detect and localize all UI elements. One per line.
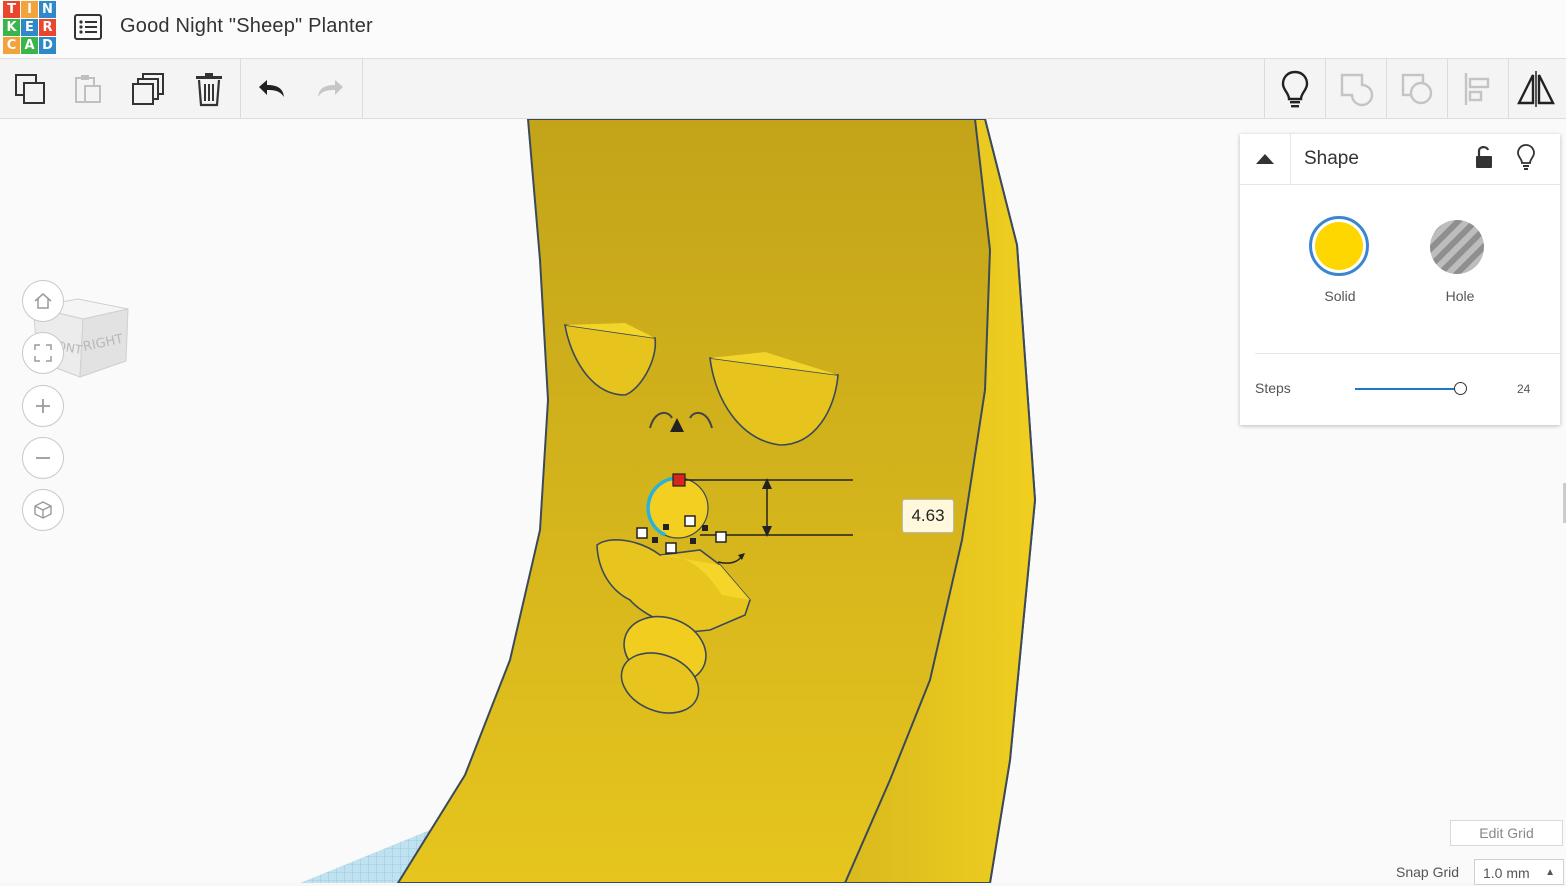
resize-handle[interactable] <box>665 542 677 554</box>
resize-handle[interactable] <box>636 527 648 539</box>
logo-letter: D <box>39 37 56 54</box>
hole-label: Hole <box>1445 288 1475 304</box>
undo-button[interactable] <box>241 59 301 118</box>
design-list-icon[interactable] <box>73 12 103 42</box>
fit-view-icon <box>34 344 52 362</box>
steps-slider-track[interactable] <box>1355 388 1460 390</box>
logo-letter: C <box>3 37 20 54</box>
caret-up-icon: ▲ <box>1545 867 1555 878</box>
paste-button[interactable] <box>58 59 118 118</box>
caret-up-icon <box>1256 154 1274 164</box>
copy-icon <box>15 73 45 104</box>
panel-divider <box>1255 353 1560 354</box>
lightbulb-icon <box>1281 70 1309 107</box>
collapse-panel-button[interactable] <box>1240 134 1291 184</box>
snap-grid-select[interactable]: 1.0 mm ▲ <box>1474 859 1564 885</box>
dimension-value-label[interactable]: 4.63 <box>902 499 954 533</box>
shape-inspector-panel: Shape Solid Hole Steps 24 <box>1240 134 1560 425</box>
mirror-button[interactable] <box>1506 59 1566 118</box>
lightbulb-icon <box>1517 144 1535 170</box>
main-toolbar <box>0 59 1566 119</box>
logo-letter: T <box>3 1 20 18</box>
logo-letter: I <box>21 1 38 18</box>
home-icon <box>34 293 52 309</box>
logo-letter: A <box>21 37 38 54</box>
logo-letter: R <box>39 19 56 36</box>
logo-letter: K <box>3 19 20 36</box>
perspective-button[interactable] <box>22 489 64 531</box>
group-icon <box>1340 73 1374 106</box>
zoom-in-icon <box>36 399 50 413</box>
edit-grid-button[interactable]: Edit Grid <box>1450 820 1563 846</box>
solid-color-swatch[interactable] <box>1309 216 1369 276</box>
design-title[interactable]: Good Night "Sheep" Planter <box>120 15 373 38</box>
redo-icon <box>318 79 343 97</box>
home-view-button[interactable] <box>22 280 64 322</box>
snap-grid-value: 1.0 mm <box>1483 865 1530 881</box>
align-icon <box>1464 72 1490 105</box>
logo-letter: N <box>39 1 56 18</box>
paste-icon <box>75 74 101 103</box>
ungroup-icon <box>1401 73 1433 104</box>
lock-button[interactable] <box>1474 144 1494 175</box>
notes-button[interactable] <box>1265 59 1325 118</box>
align-button[interactable] <box>1448 59 1508 118</box>
delete-button[interactable] <box>179 59 239 118</box>
logo-letter: E <box>21 19 38 36</box>
hide-bulb-button[interactable] <box>1516 143 1536 176</box>
panel-header: Shape <box>1240 134 1560 185</box>
steps-slider-thumb[interactable] <box>1454 382 1467 395</box>
tinkercad-logo[interactable]: TIN KER CAD <box>3 1 57 55</box>
ungroup-button[interactable] <box>1387 59 1447 118</box>
unlock-icon <box>1476 146 1492 168</box>
copy-button[interactable] <box>0 59 60 118</box>
panel-title: Shape <box>1304 148 1359 169</box>
fit-view-button[interactable] <box>22 332 64 374</box>
hole-swatch[interactable] <box>1430 220 1484 274</box>
perspective-cube-icon <box>34 501 52 519</box>
resize-handle[interactable] <box>715 531 727 543</box>
duplicate-button[interactable] <box>119 59 179 118</box>
zoom-out-button[interactable] <box>22 437 64 479</box>
redo-button[interactable] <box>301 59 361 118</box>
group-button[interactable] <box>1326 59 1386 118</box>
zoom-out-icon <box>36 457 50 459</box>
height-handle[interactable] <box>672 473 686 487</box>
undo-icon <box>259 79 284 97</box>
solid-label: Solid <box>1324 288 1356 304</box>
mirror-icon <box>1517 70 1555 107</box>
zoom-in-button[interactable] <box>22 385 64 427</box>
top-bar: TIN KER CAD Good Night "Sheep" Planter <box>0 0 1566 59</box>
steps-value[interactable]: 24 <box>1517 382 1530 396</box>
steps-label: Steps <box>1255 380 1291 396</box>
duplicate-icon <box>132 72 164 105</box>
resize-handle[interactable] <box>684 515 696 527</box>
snap-grid-label: Snap Grid <box>1396 864 1460 880</box>
delete-icon <box>196 72 222 106</box>
